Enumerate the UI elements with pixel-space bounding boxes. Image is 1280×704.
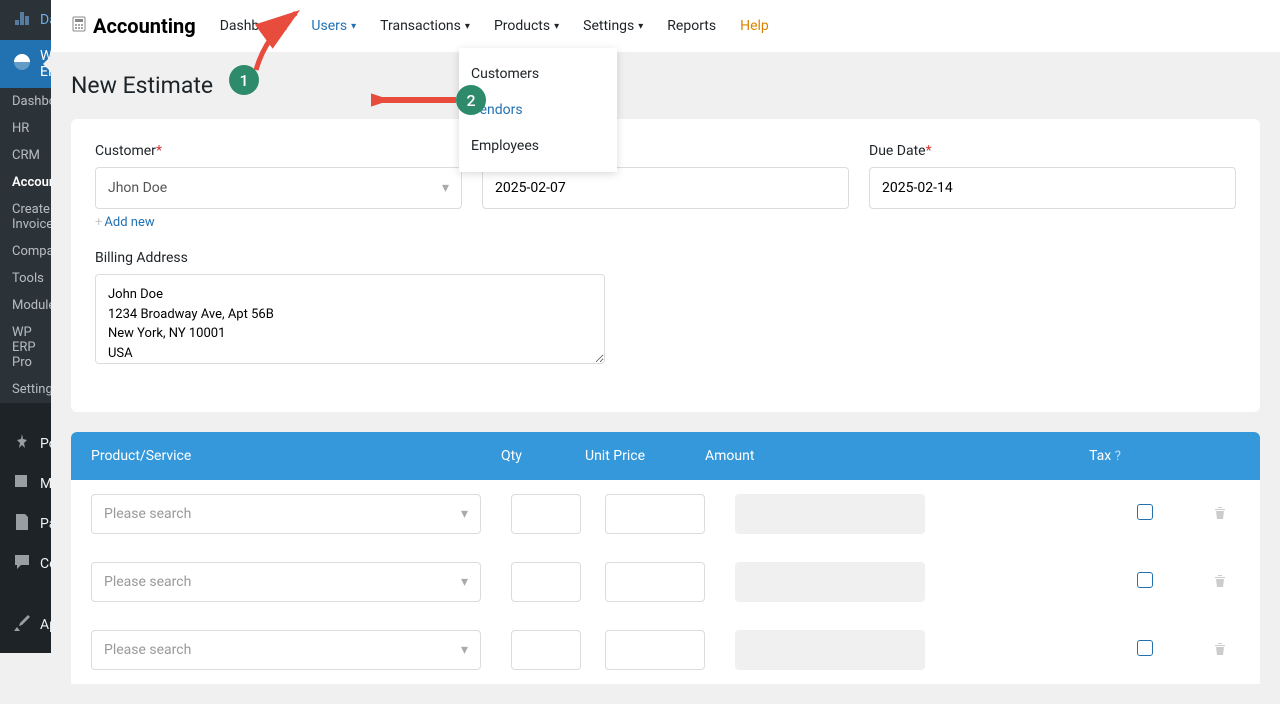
chevron-down-icon: ▾ (465, 21, 470, 32)
tax-checkbox[interactable] (1137, 504, 1153, 520)
amount-display (735, 494, 925, 534)
header-amount: Amount (705, 448, 895, 464)
annotation-arrow-2 (371, 90, 461, 110)
top-navigation: Accounting Dashboard Users ▾ Transaction… (51, 0, 1280, 52)
brush-icon (12, 613, 32, 637)
price-input[interactable] (605, 630, 705, 670)
nav-transactions[interactable]: Transactions ▾ (380, 18, 470, 34)
chevron-down-icon: ▾ (351, 21, 356, 32)
amount-display (735, 630, 925, 670)
trash-icon[interactable] (1213, 505, 1227, 524)
amount-display (735, 562, 925, 602)
billing-label: Billing Address (95, 250, 605, 266)
media-icon (12, 472, 32, 496)
table-row: Please search▾ (71, 480, 1260, 548)
product-select[interactable]: Please search▾ (91, 494, 481, 534)
table-row: Please search▾ (71, 548, 1260, 616)
trans-date-input[interactable] (482, 167, 849, 209)
caret-down-icon: ▾ (461, 642, 468, 658)
sidebar-label: Posts (40, 436, 51, 452)
qty-input[interactable] (511, 630, 581, 670)
sidebar-item-dashboard[interactable]: Dashboard (0, 0, 51, 40)
caret-down-icon: ▾ (461, 506, 468, 522)
product-select[interactable]: Please search▾ (91, 630, 481, 670)
sidebar-sub-dashboard[interactable]: Dashboard (0, 88, 51, 115)
pin-icon (12, 432, 32, 456)
calculator-icon (71, 16, 87, 36)
sidebar-sub-create-invoice[interactable]: Create Invoice (0, 196, 51, 238)
price-input[interactable] (605, 494, 705, 534)
dropdown-customers[interactable]: Customers (459, 56, 617, 92)
product-select[interactable]: Please search▾ (91, 562, 481, 602)
sidebar-item-pages[interactable]: Pages (0, 504, 51, 544)
chevron-down-icon: ▾ (554, 21, 559, 32)
dashboard-icon (12, 8, 32, 32)
sidebar-sub-hr[interactable]: HR (0, 115, 51, 142)
tax-checkbox[interactable] (1137, 640, 1153, 656)
caret-down-icon: ▾ (442, 180, 449, 196)
app-title: Accounting (71, 14, 196, 38)
table-row: Please search▾ (71, 616, 1260, 684)
nav-reports[interactable]: Reports (667, 18, 716, 34)
sidebar-sub-wperp-pro[interactable]: WP ERP Pro (0, 319, 51, 376)
nav-users[interactable]: Users ▾ (311, 18, 356, 34)
sidebar-sub-crm[interactable]: CRM (0, 142, 51, 169)
sidebar-label: WP ERP (40, 48, 51, 80)
header-price: Unit Price (585, 448, 685, 464)
annotation-badge-2: 2 (456, 85, 486, 115)
sidebar-label: Pages (40, 516, 51, 532)
sidebar-sub-modules[interactable]: Modules (0, 292, 51, 319)
trash-icon[interactable] (1213, 573, 1227, 592)
erp-icon (12, 52, 32, 76)
price-input[interactable] (605, 562, 705, 602)
header-qty: Qty (501, 448, 571, 464)
dropdown-employees[interactable]: Employees (459, 128, 617, 164)
sidebar-item-wp-erp[interactable]: WP ERP (0, 40, 51, 88)
sidebar-label: Comments (40, 556, 51, 572)
add-new-customer[interactable]: + Add new (95, 215, 155, 230)
comment-icon (12, 552, 32, 576)
sidebar-label: Dashboard (40, 12, 51, 28)
sidebar-sub-settings[interactable]: Settings (0, 376, 51, 403)
sidebar-sub-accounting[interactable]: Accounting (0, 169, 51, 196)
plus-icon: + (95, 215, 102, 230)
header-product: Product/Service (91, 448, 481, 464)
nav-help[interactable]: Help (740, 18, 769, 34)
sidebar-sub-tools[interactable]: Tools (0, 265, 51, 292)
sidebar-item-comments[interactable]: Comments (0, 544, 51, 584)
nav-products[interactable]: Products ▾ (494, 18, 559, 34)
caret-down-icon: ▾ (461, 574, 468, 590)
due-date-label: Due Date* (869, 143, 1236, 159)
due-date-input[interactable] (869, 167, 1236, 209)
customer-label: Customer* (95, 143, 462, 159)
chevron-down-icon: ▾ (638, 21, 643, 32)
billing-address-input[interactable]: John Doe 1234 Broadway Ave, Apt 56B New … (95, 274, 605, 364)
sidebar-sub-company[interactable]: Company (0, 238, 51, 265)
help-icon[interactable]: ? (1115, 449, 1121, 464)
annotation-arrow-1 (251, 5, 311, 75)
sidebar-item-media[interactable]: Media (0, 464, 51, 504)
sidebar-label: Media (40, 476, 51, 492)
trash-icon[interactable] (1213, 641, 1227, 660)
customer-select[interactable]: Jhon Doe ▾ (95, 167, 462, 209)
sidebar-item-plugins[interactable]: Plugins (0, 645, 51, 653)
tax-checkbox[interactable] (1137, 572, 1153, 588)
estimate-form-card: Customer* Jhon Doe ▾ + Add new Transacti… (71, 119, 1260, 412)
sidebar-item-posts[interactable]: Posts (0, 424, 51, 464)
line-items-table: Product/Service Qty Unit Price Amount Ta… (71, 432, 1260, 684)
page-icon (12, 512, 32, 536)
nav-settings[interactable]: Settings ▾ (583, 18, 643, 34)
qty-input[interactable] (511, 562, 581, 602)
annotation-badge-1: 1 (229, 65, 259, 95)
qty-input[interactable] (511, 494, 581, 534)
sidebar-label: Appearance (40, 617, 51, 633)
users-dropdown: Customers Vendors Employees (459, 48, 617, 172)
sidebar-item-appearance[interactable]: Appearance (0, 605, 51, 645)
header-tax: Tax ? (1060, 448, 1150, 464)
